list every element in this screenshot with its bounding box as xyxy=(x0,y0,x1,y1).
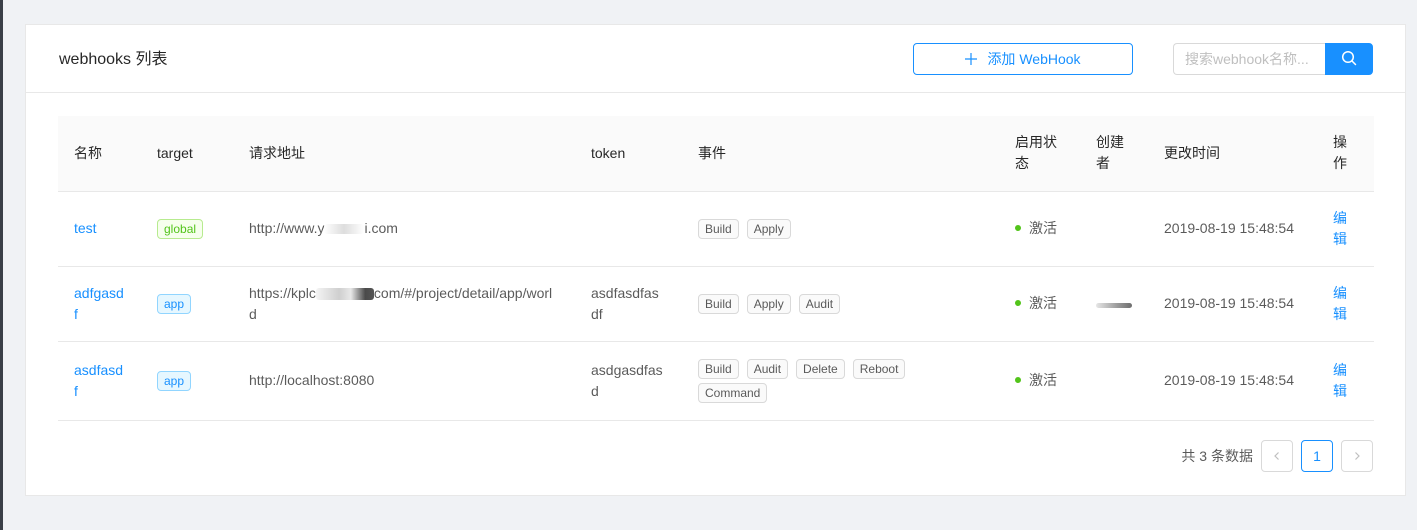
edit-link[interactable]: 编辑 xyxy=(1333,362,1347,399)
search-button[interactable] xyxy=(1325,43,1373,75)
prev-page-button[interactable] xyxy=(1261,440,1293,472)
add-webhook-button[interactable]: 添加 WebHook xyxy=(913,43,1133,75)
url-text: http://www.y xyxy=(249,220,325,236)
column-header-action: 操作 xyxy=(1317,116,1374,192)
webhook-name-link[interactable]: asdfasdf xyxy=(74,362,123,399)
event-tag: Build xyxy=(698,293,739,314)
updated-time: 2019-08-19 15:48:54 xyxy=(1148,341,1317,421)
events-cell: Build Apply xyxy=(682,191,999,267)
column-header-status: 启用状态 xyxy=(999,116,1080,192)
request-url: https://kplc com/#/project/detail/app/wor… xyxy=(233,266,575,342)
webhooks-table: 名称 target 请求地址 token 事件 启用状态 创建者 更改时间 操作… xyxy=(58,116,1374,421)
request-url: http://www.y i.com xyxy=(233,191,575,267)
event-tag: Build xyxy=(698,218,739,239)
url-text: http://localhost:8080 xyxy=(249,372,375,388)
status-cell: 激活 xyxy=(999,191,1080,267)
plus-icon xyxy=(965,50,978,68)
pagination: 共 3 条数据 1 xyxy=(1181,440,1373,472)
status-dot-icon xyxy=(1015,300,1021,307)
token-cell xyxy=(575,191,682,267)
event-tag: Apply xyxy=(746,293,791,314)
column-header-target: target xyxy=(141,116,233,192)
add-webhook-label: 添加 WebHook xyxy=(987,51,1081,67)
event-tag: Build xyxy=(698,358,739,379)
column-header-updated: 更改时间 xyxy=(1148,116,1317,192)
events-cell: Build Audit Delete Reboot Command xyxy=(682,341,999,421)
event-tag: Reboot xyxy=(852,358,906,379)
creator-cell xyxy=(1080,191,1148,267)
event-tag: Command xyxy=(698,382,768,403)
event-tag: Apply xyxy=(746,218,791,239)
url-text: https://kplc xyxy=(249,284,316,301)
status-text: 激活 xyxy=(1029,220,1057,236)
column-header-url: 请求地址 xyxy=(233,116,575,192)
creator-cell xyxy=(1080,341,1148,421)
updated-time: 2019-08-19 15:48:54 xyxy=(1148,191,1317,267)
status-text: 激活 xyxy=(1029,372,1057,388)
table-row: adfgasdf app https://kplc com/#/project/d… xyxy=(58,266,1374,342)
status-cell: 激活 xyxy=(999,341,1080,421)
search-input[interactable] xyxy=(1173,43,1325,75)
avatar xyxy=(1096,303,1132,308)
webhooks-card: webhooks 列表 添加 WebHook 搜索webhook名称... 名称… xyxy=(25,24,1406,496)
event-tag: Audit xyxy=(798,293,841,314)
token-cell: asdgasdfasd xyxy=(575,341,682,421)
chevron-right-icon xyxy=(1352,448,1362,464)
total-count: 共 3 条数据 xyxy=(1181,448,1253,464)
redacted-blur xyxy=(324,224,365,235)
column-header-events: 事件 xyxy=(682,116,999,192)
event-tag: Audit xyxy=(746,358,789,379)
updated-time: 2019-08-19 15:48:54 xyxy=(1148,266,1317,342)
table-header-row: 名称 target 请求地址 token 事件 启用状态 创建者 更改时间 操作 xyxy=(58,116,1374,192)
event-tag: Delete xyxy=(796,358,845,379)
page-title: webhooks 列表 xyxy=(59,51,168,68)
status-cell: 激活 xyxy=(999,266,1080,342)
column-header-creator: 创建者 xyxy=(1080,116,1148,192)
request-url: http://localhost:8080 xyxy=(233,341,575,421)
search-box xyxy=(1173,43,1373,75)
webhook-name-link[interactable]: test xyxy=(74,220,97,236)
status-dot-icon xyxy=(1015,377,1021,384)
chevron-left-icon xyxy=(1272,448,1282,464)
page-1-button[interactable]: 1 xyxy=(1301,440,1333,472)
redacted-blur xyxy=(315,287,374,300)
creator-cell xyxy=(1080,266,1148,342)
table-row: test global http://www.y i.com Build Apply… xyxy=(58,191,1374,267)
table-row: asdfasdf app http://localhost:8080 asdga… xyxy=(58,341,1374,421)
target-tag: app xyxy=(157,370,192,391)
webhook-name-link[interactable]: adfgasdf xyxy=(74,285,124,322)
token-cell: asdfasdfasdf xyxy=(575,266,682,342)
next-page-button[interactable] xyxy=(1341,440,1373,472)
edit-link[interactable]: 编辑 xyxy=(1333,285,1347,322)
column-header-token: token xyxy=(575,116,682,192)
card-header: webhooks 列表 添加 WebHook xyxy=(26,25,1405,93)
edit-link[interactable]: 编辑 xyxy=(1333,210,1347,247)
column-header-name: 名称 xyxy=(58,116,141,192)
status-dot-icon xyxy=(1015,225,1021,232)
target-tag: app xyxy=(157,293,192,314)
status-text: 激活 xyxy=(1029,295,1057,311)
search-icon xyxy=(1341,50,1357,69)
events-cell: Build Apply Audit xyxy=(682,266,999,342)
target-tag: global xyxy=(157,218,204,239)
window-edge xyxy=(0,0,3,530)
url-text: i.com xyxy=(364,220,398,236)
